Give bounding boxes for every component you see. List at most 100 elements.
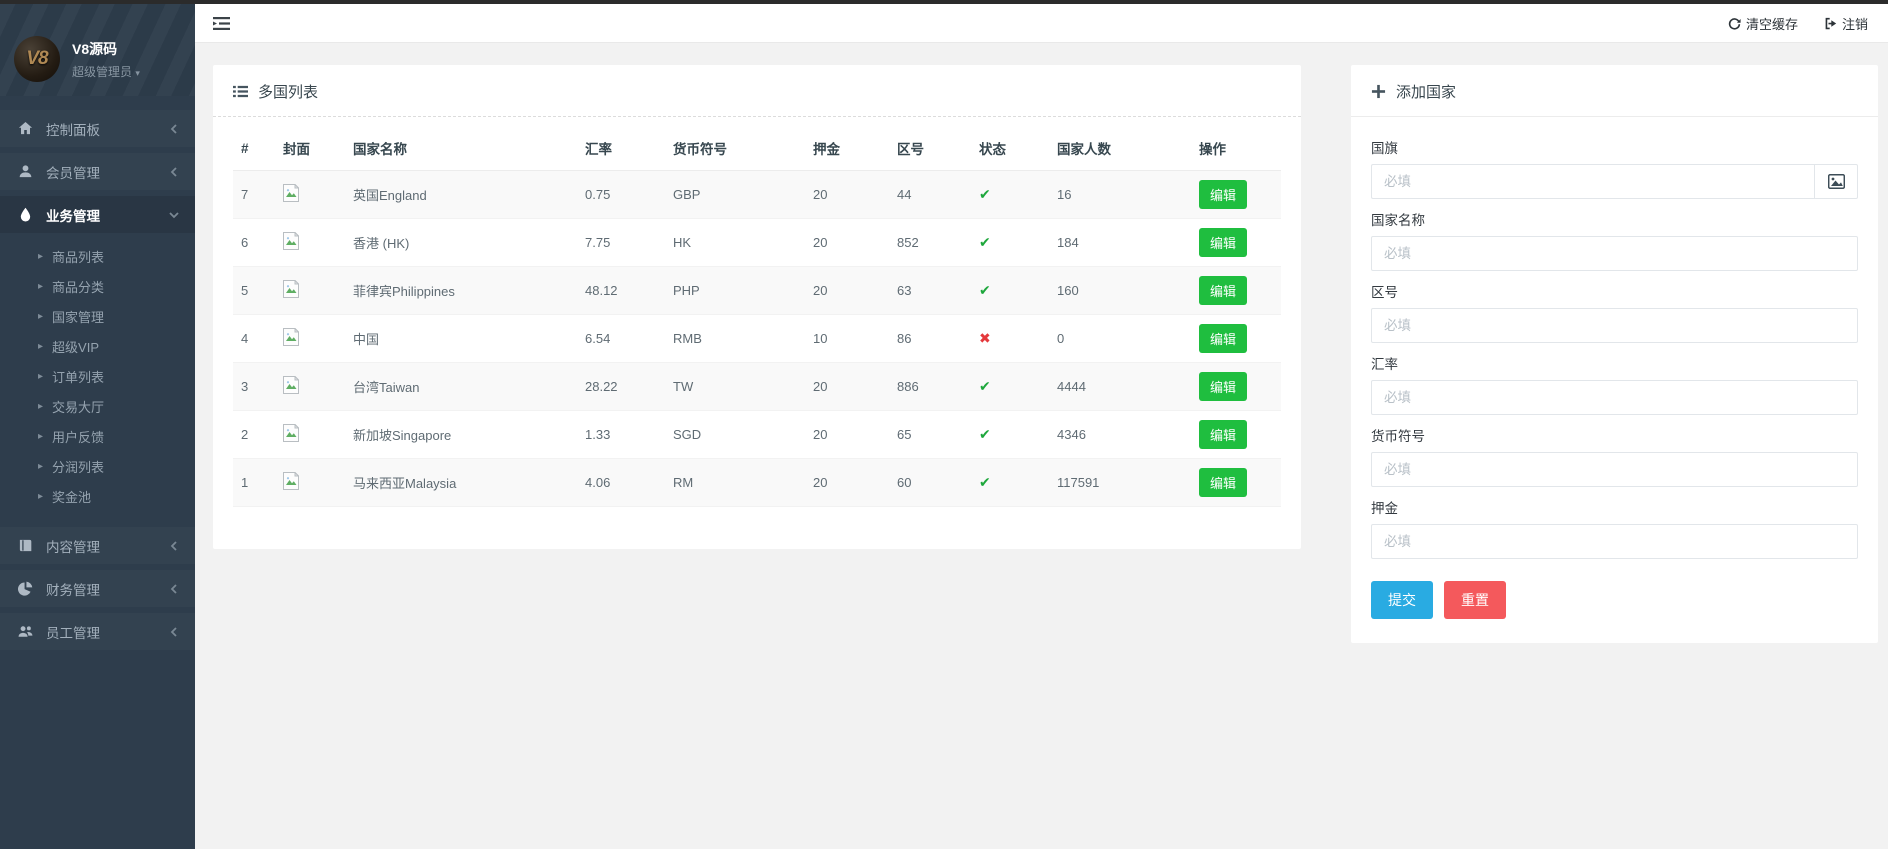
form-field-区号: 区号 [1371, 281, 1858, 343]
admin-role-dropdown[interactable]: 超级管理员 ▾ [72, 63, 140, 80]
sidebar-item-label: 财务管理 [46, 579, 169, 599]
outdent-icon [213, 16, 230, 31]
deposit: 20 [805, 219, 889, 267]
field-input[interactable] [1371, 524, 1858, 559]
broken-image-icon [283, 424, 299, 442]
edit-button[interactable]: 编辑 [1199, 468, 1247, 497]
country-list-card: 多国列表 #封面国家名称汇率货币符号押金区号状态国家人数操作 7英国Englan… [213, 65, 1301, 549]
sidebar-subitem-label: 商品列表 [52, 247, 104, 266]
area-code: 852 [889, 219, 971, 267]
exchange-rate: 1.33 [577, 411, 665, 459]
sidebar-submenu: ▸商品列表▸商品分类▸国家管理▸超级VIP▸订单列表▸交易大厅▸用户反馈▸分润列… [0, 235, 195, 523]
status-enabled-icon: ✔ [979, 426, 991, 442]
form-field-货币符号: 货币符号 [1371, 425, 1858, 487]
sidebar-subitem-超级VIP[interactable]: ▸超级VIP [0, 331, 195, 361]
exchange-rate: 7.75 [577, 219, 665, 267]
caret-right-icon: ▸ [38, 281, 43, 292]
sidebar-subitem-国家管理[interactable]: ▸国家管理 [0, 301, 195, 331]
logout-button[interactable]: 注销 [1824, 14, 1868, 33]
sidebar-item-控制面板[interactable]: 控制面板 [0, 110, 195, 147]
sidebar-subitem-label: 订单列表 [52, 367, 104, 386]
submit-button[interactable]: 提交 [1371, 581, 1433, 619]
flag-input[interactable] [1371, 164, 1814, 199]
edit-button[interactable]: 编辑 [1199, 276, 1247, 305]
deposit: 20 [805, 363, 889, 411]
country-name: 中国 [345, 315, 577, 363]
sidebar-subitem-商品列表[interactable]: ▸商品列表 [0, 241, 195, 271]
form-field-国家名称: 国家名称 [1371, 209, 1858, 271]
sidebar-toggle-button[interactable] [213, 16, 230, 31]
form-field-汇率: 汇率 [1371, 353, 1858, 415]
sidebar-subitem-分润列表[interactable]: ▸分润列表 [0, 451, 195, 481]
country-people: 184 [1049, 219, 1191, 267]
sidebar-subitem-label: 用户反馈 [52, 427, 104, 446]
image-icon [1828, 174, 1845, 189]
sidebar-subitem-奖金池[interactable]: ▸奖金池 [0, 481, 195, 511]
field-input[interactable] [1371, 380, 1858, 415]
field-input[interactable] [1371, 452, 1858, 487]
status-disabled-icon: ✖ [979, 330, 991, 346]
country-row-6: 6香港 (HK)7.75HK20852✔184编辑 [233, 219, 1281, 267]
sidebar-nav: 控制面板会员管理业务管理▸商品列表▸商品分类▸国家管理▸超级VIP▸订单列表▸交… [0, 96, 195, 650]
sidebar-subitem-用户反馈[interactable]: ▸用户反馈 [0, 421, 195, 451]
sidebar-item-员工管理[interactable]: 员工管理 [0, 613, 195, 650]
edit-button[interactable]: 编辑 [1199, 372, 1247, 401]
broken-image-icon [283, 232, 299, 250]
sidebar-item-财务管理[interactable]: 财务管理 [0, 570, 195, 607]
country-table-wrap: #封面国家名称汇率货币符号押金区号状态国家人数操作 7英国England0.75… [213, 117, 1301, 549]
refresh-icon [1728, 17, 1741, 30]
sidebar-subitem-label: 超级VIP [52, 337, 99, 356]
caret-down-icon: ▾ [135, 68, 140, 78]
chevron-left-icon [169, 627, 179, 637]
table-header-row: #封面国家名称汇率货币符号押金区号状态国家人数操作 [233, 125, 1281, 171]
area-code: 886 [889, 363, 971, 411]
sidebar-item-会员管理[interactable]: 会员管理 [0, 153, 195, 190]
reset-button[interactable]: 重置 [1444, 581, 1506, 619]
column-header: 货币符号 [665, 125, 805, 171]
sidebar-subitem-label: 分润列表 [52, 457, 104, 476]
sidebar-subitem-订单列表[interactable]: ▸订单列表 [0, 361, 195, 391]
country-row-4: 4中国6.54RMB1086✖0编辑 [233, 315, 1281, 363]
exchange-rate: 0.75 [577, 171, 665, 219]
deposit: 20 [805, 459, 889, 507]
field-input[interactable] [1371, 308, 1858, 343]
country-name: 新加坡Singapore [345, 411, 577, 459]
edit-button[interactable]: 编辑 [1199, 228, 1247, 257]
topbar: 清空缓存 注销 [195, 4, 1888, 43]
currency-symbol: RMB [665, 315, 805, 363]
form-field-押金: 押金 [1371, 497, 1858, 559]
sidebar-subitem-交易大厅[interactable]: ▸交易大厅 [0, 391, 195, 421]
currency-symbol: PHP [665, 267, 805, 315]
form-fields: 国旗国家名称区号汇率货币符号押金 [1371, 137, 1858, 559]
sidebar-item-内容管理[interactable]: 内容管理 [0, 527, 195, 564]
clear-cache-button[interactable]: 清空缓存 [1728, 14, 1798, 33]
country-name: 菲律宾Philippines [345, 267, 577, 315]
field-label: 货币符号 [1371, 425, 1858, 445]
deposit: 20 [805, 411, 889, 459]
area-code: 65 [889, 411, 971, 459]
sidebar-item-业务管理[interactable]: 业务管理 [0, 196, 195, 233]
country-row-7: 7英国England0.75GBP2044✔16编辑 [233, 171, 1281, 219]
field-label: 押金 [1371, 497, 1858, 517]
field-input[interactable] [1371, 236, 1858, 271]
field-label: 汇率 [1371, 353, 1858, 373]
admin-role-label: 超级管理员 [72, 65, 132, 79]
main-area: 清空缓存 注销 多国列表 [195, 4, 1888, 849]
sidebar-subitem-商品分类[interactable]: ▸商品分类 [0, 271, 195, 301]
chevron-left-icon [169, 584, 179, 594]
status-enabled-icon: ✔ [979, 282, 991, 298]
row-id: 7 [233, 171, 275, 219]
currency-symbol: RM [665, 459, 805, 507]
country-row-5: 5菲律宾Philippines48.12PHP2063✔160编辑 [233, 267, 1281, 315]
country-name: 香港 (HK) [345, 219, 577, 267]
edit-button[interactable]: 编辑 [1199, 180, 1247, 209]
list-icon [233, 84, 248, 99]
edit-button[interactable]: 编辑 [1199, 420, 1247, 449]
column-header: 国家名称 [345, 125, 577, 171]
upload-image-button[interactable] [1814, 164, 1858, 199]
chevron-down-icon [169, 210, 179, 220]
book-icon [18, 538, 34, 554]
broken-image-icon [283, 184, 299, 202]
edit-button[interactable]: 编辑 [1199, 324, 1247, 353]
field-label: 国家名称 [1371, 209, 1858, 229]
